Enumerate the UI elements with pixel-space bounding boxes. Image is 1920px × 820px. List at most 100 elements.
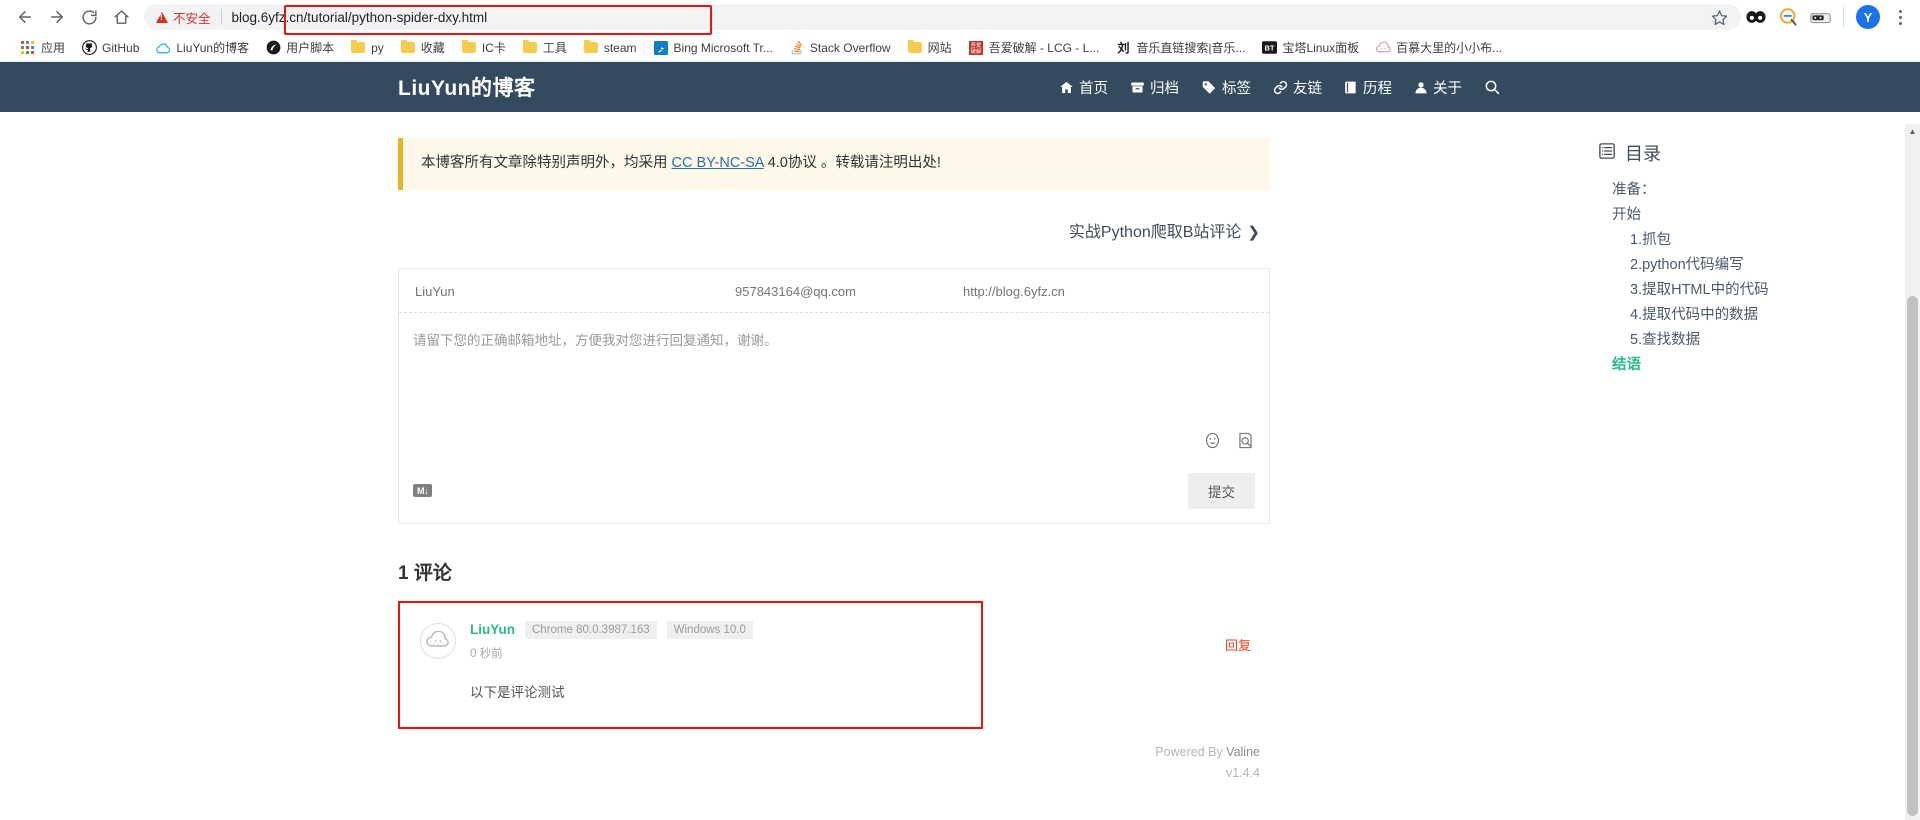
markdown-badge-icon[interactable]: M↓ xyxy=(413,484,432,498)
nav-item-about[interactable]: 关于 xyxy=(1414,77,1462,98)
bookmark-folder-py[interactable]: py xyxy=(342,37,392,59)
url-text: blog.6yfz.cn/tutorial/python-spider-dxy.… xyxy=(231,9,488,25)
bookmark-folder-iccard[interactable]: IC卡 xyxy=(453,36,514,59)
reload-button[interactable] xyxy=(74,2,104,32)
bookmark-folder-favorites[interactable]: 收藏 xyxy=(392,36,453,59)
bookmark-github[interactable]: GitHub xyxy=(73,37,147,59)
nav-item-archive[interactable]: 归档 xyxy=(1130,77,1179,98)
chrome-menu-icon[interactable] xyxy=(1890,9,1910,25)
extension-icon-1[interactable] xyxy=(1745,6,1767,28)
nav-item-journey[interactable]: 历程 xyxy=(1344,77,1392,98)
bookmark-folder-steam[interactable]: steam xyxy=(575,37,645,59)
bookmark-star-icon[interactable] xyxy=(1705,3,1733,31)
nav-item-home[interactable]: 首页 xyxy=(1059,77,1108,98)
bookmark-folder-tools[interactable]: 工具 xyxy=(514,36,575,59)
powered-by-line: Powered By Valine xyxy=(1155,742,1260,763)
bookmark-label: 吾爱破解 - LCG - L... xyxy=(988,41,1100,55)
toc-list: 准备： 开始 1.抓包 2.python代码编写 3.提取HTML中的代码 4.… xyxy=(1598,178,1848,378)
nav-item-tags[interactable]: 标签 xyxy=(1201,77,1251,98)
site-header: LiuYun的博客 首页 归档 标签 友链 历程 关于 xyxy=(0,62,1920,112)
toc-item-extract-html[interactable]: 3.提取HTML中的代码 xyxy=(1612,278,1848,303)
license-link[interactable]: CC BY-NC-SA xyxy=(672,155,764,171)
scrollbar-thumb[interactable] xyxy=(1907,296,1918,816)
smiley-icon[interactable] xyxy=(1203,431,1222,453)
nav-label: 历程 xyxy=(1363,80,1392,97)
toc-item-python-code[interactable]: 2.python代码编写 xyxy=(1612,253,1848,278)
address-bar[interactable]: 不安全 blog.6yfz.cn/tutorial/python-spider-… xyxy=(144,4,1741,30)
bookmark-label: Stack Overflow xyxy=(809,40,891,55)
toc-item-capture[interactable]: 1.抓包 xyxy=(1612,228,1848,253)
table-of-contents: 目录 准备： 开始 1.抓包 2.python代码编写 3.提取HTML中的代码… xyxy=(1598,140,1848,378)
comment-textarea-placeholder[interactable]: 请留下您的正确邮箱地址，方便我对您进行回复通知，谢谢。 xyxy=(413,329,1255,349)
bookmark-music-search[interactable]: 刘 音乐直链搜索|音乐... xyxy=(1107,36,1253,59)
bookmark-apps[interactable]: 应用 xyxy=(12,36,73,59)
nav-label: 友链 xyxy=(1293,80,1322,97)
cloud-avatar-icon xyxy=(420,622,456,659)
bt-icon: BT xyxy=(1261,40,1277,56)
toolbar-right-icons: Y xyxy=(1739,5,1910,29)
submit-comment-button[interactable]: 提交 xyxy=(1188,472,1255,509)
toc-item-prepare[interactable]: 准备： xyxy=(1612,178,1848,203)
browser-toolbar: 不安全 blog.6yfz.cn/tutorial/python-spider-… xyxy=(0,0,1920,35)
comment-form: 请留下您的正确邮箱地址，方便我对您进行回复通知，谢谢。 M↓ 提交 xyxy=(398,267,1270,524)
bookmark-bermuda[interactable]: 百慕大里的小小布... xyxy=(1367,36,1510,59)
toc-item-find-data[interactable]: 5.查找数据 xyxy=(1612,328,1848,353)
valine-footer: Powered By Valine v1.4.4 xyxy=(1155,742,1260,785)
website-input[interactable] xyxy=(961,282,1255,300)
license-text-before: 本博客所有文章除特别声明外，均采用 xyxy=(421,155,672,171)
preview-icon[interactable] xyxy=(1236,431,1255,453)
nav-item-friends[interactable]: 友链 xyxy=(1273,77,1322,98)
toc-item-start[interactable]: 开始 xyxy=(1612,203,1848,228)
bookmark-52pojie[interactable]: 吾爱 破解 吾爱破解 - LCG - L... xyxy=(960,36,1108,59)
license-text-after: 4.0协议 。转载请注明出处! xyxy=(763,155,941,171)
comment-body: 以下是评论测试 xyxy=(470,684,565,700)
email-input[interactable] xyxy=(733,282,961,300)
bookmark-label: Bing Microsoft Tr... xyxy=(673,40,773,55)
folder-icon xyxy=(400,40,416,56)
cloud-icon xyxy=(155,40,171,56)
bookmark-bt-panel[interactable]: BT 宝塔Linux面板 xyxy=(1253,36,1367,59)
folder-icon xyxy=(350,40,366,56)
comment-author[interactable]: LiuYun xyxy=(470,622,515,637)
bookmark-liuyun-blog[interactable]: LiuYun的博客 xyxy=(147,36,257,59)
bookmark-label: 应用 xyxy=(41,41,66,55)
reply-link[interactable]: 回复 xyxy=(1225,635,1251,654)
site-title[interactable]: LiuYun的博客 xyxy=(398,72,536,102)
extension-icon-3[interactable] xyxy=(1809,6,1831,28)
toc-item-conclusion[interactable]: 结语 xyxy=(1612,353,1848,378)
next-post-label: 实战Python爬取B站评论 xyxy=(1068,223,1242,241)
valine-name[interactable]: Valine xyxy=(1226,745,1260,759)
comment-list-item: LiuYun Chrome 80.0.3987.163 Windows 10.0… xyxy=(398,600,1251,729)
search-icon xyxy=(1484,79,1500,95)
book-icon xyxy=(1344,80,1358,95)
back-button[interactable] xyxy=(10,2,40,32)
bookmark-bing-translate[interactable]: Bing Microsoft Tr... xyxy=(645,37,781,59)
scroll-up-arrow[interactable]: ▲ xyxy=(1905,124,1920,139)
github-icon xyxy=(81,40,97,56)
52pojie-icon: 吾爱 破解 xyxy=(968,40,984,56)
toc-title: 目录 xyxy=(1598,140,1848,166)
page-scrollbar[interactable]: ▲ ▼ xyxy=(1905,124,1920,820)
next-post-link[interactable]: 实战Python爬取B站评论 ❯ xyxy=(398,218,1270,242)
apps-grid-icon xyxy=(20,40,36,56)
forward-button[interactable] xyxy=(42,2,72,32)
bookmark-label: steam xyxy=(603,40,637,55)
nickname-input[interactable] xyxy=(413,282,733,300)
bookmark-stack-overflow[interactable]: Stack Overflow xyxy=(781,37,899,59)
folder-icon xyxy=(907,40,923,56)
extension-icon-2[interactable] xyxy=(1777,6,1799,28)
home-button[interactable] xyxy=(106,2,136,32)
toc-item-extract-data[interactable]: 4.提取代码中的数据 xyxy=(1612,303,1848,328)
bookmark-label: IC卡 xyxy=(481,41,506,55)
nav-item-search[interactable] xyxy=(1484,79,1500,95)
bookmark-folder-websites[interactable]: 网站 xyxy=(899,36,960,59)
bookmark-label: 音乐直链搜索|音乐... xyxy=(1136,41,1246,55)
bookmark-label: GitHub xyxy=(102,40,140,55)
web-page: LiuYun的博客 首页 归档 标签 友链 历程 关于 本博客所有文章除特别声明… xyxy=(0,62,1920,820)
archive-icon xyxy=(1130,80,1145,95)
nav-label: 关于 xyxy=(1433,80,1462,97)
profile-avatar[interactable]: Y xyxy=(1856,5,1880,29)
bookmark-userscripts[interactable]: 用户脚本 xyxy=(257,36,342,59)
security-label: 不安全 xyxy=(173,11,211,26)
security-indicator[interactable]: 不安全 xyxy=(156,8,211,27)
